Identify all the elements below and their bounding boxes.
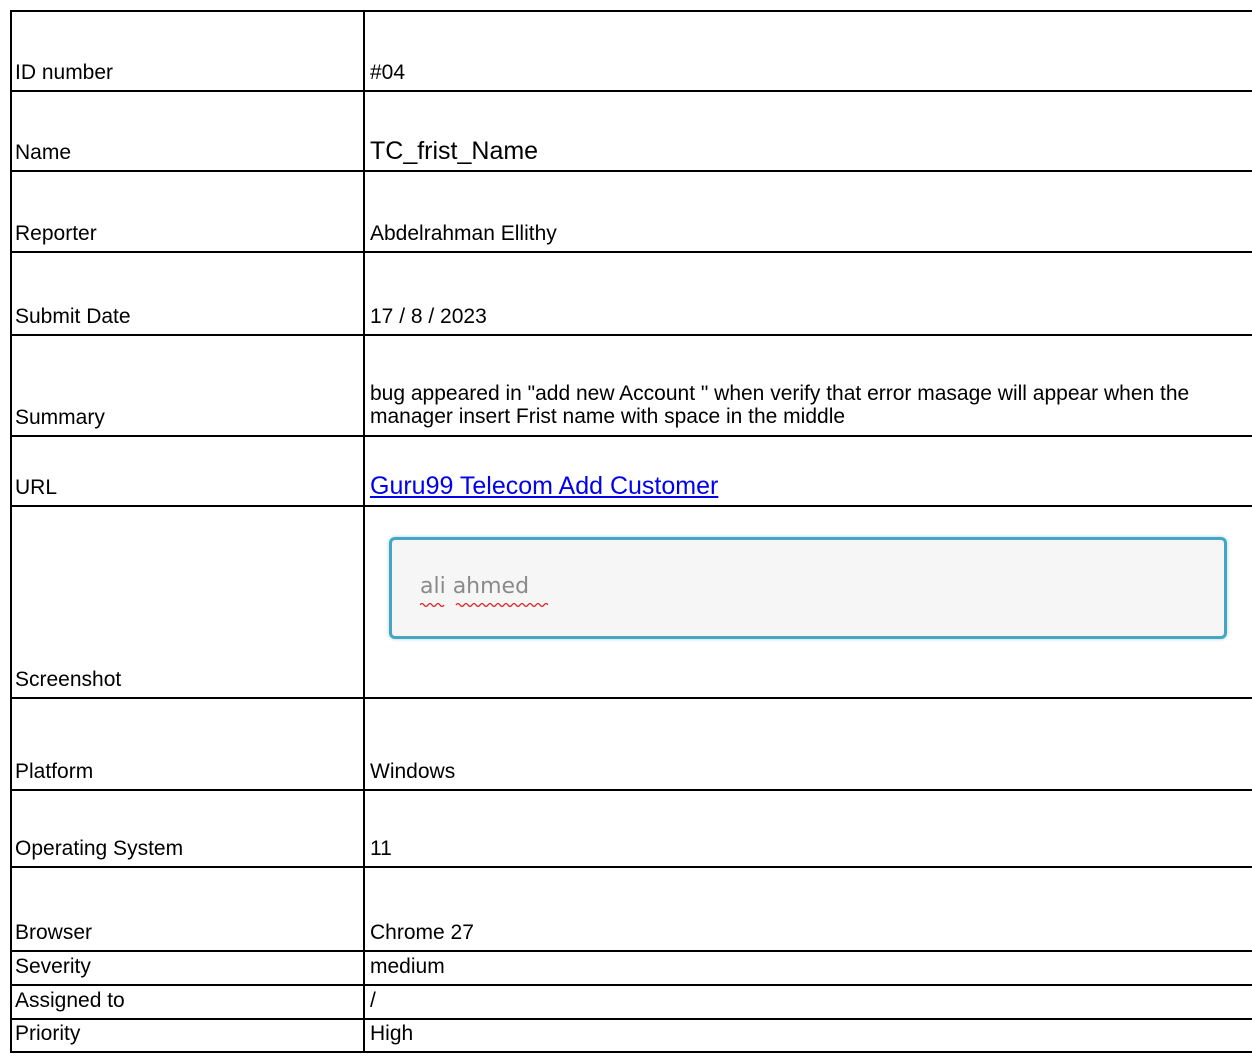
label-operating-system: Operating System: [12, 791, 365, 866]
row-operating-system: Operating System 11: [12, 791, 1252, 868]
row-assigned-to: Assigned to /: [12, 986, 1252, 1020]
value-severity: medium: [370, 955, 445, 978]
label-summary: Summary: [12, 336, 365, 435]
row-submit-date: Submit Date 17 / 8 / 2023: [12, 253, 1252, 336]
label-id-number: ID number: [12, 12, 365, 90]
label-submit-date: Submit Date: [12, 253, 365, 334]
label-url: URL: [12, 437, 365, 505]
value-operating-system: 11: [370, 837, 392, 860]
label-priority: Priority: [12, 1020, 365, 1051]
url-link[interactable]: Guru99 Telecom Add Customer: [370, 471, 718, 501]
label-browser: Browser: [12, 868, 365, 950]
value-priority: High: [370, 1022, 414, 1045]
row-browser: Browser Chrome 27: [12, 868, 1252, 952]
value-name: TC_frist_Name: [370, 137, 539, 165]
value-summary: bug appeared in "add new Account " when …: [370, 382, 1190, 428]
screenshot-image: ali ahmed: [365, 507, 1252, 697]
row-platform: Platform Windows: [12, 699, 1252, 791]
row-id-number: ID number #04: [12, 12, 1252, 92]
row-name: Name TC_frist_Name: [12, 92, 1252, 172]
screenshot-input-box: ali ahmed: [389, 537, 1227, 639]
value-reporter: Abdelrahman Ellithy: [370, 222, 557, 245]
value-browser: Chrome 27: [370, 921, 474, 944]
bug-report-table: ID number #04 Name TC_frist_Name Reporte…: [10, 10, 1252, 1053]
label-screenshot: Screenshot: [12, 507, 365, 697]
label-name: Name: [12, 92, 365, 170]
value-submit-date: 17 / 8 / 2023: [370, 305, 487, 328]
row-url: URL Guru99 Telecom Add Customer: [12, 437, 1252, 507]
label-platform: Platform: [12, 699, 365, 789]
value-id-number: #04: [370, 61, 406, 84]
value-assigned-to: /: [370, 989, 376, 1012]
value-url-cell: Guru99 Telecom Add Customer: [365, 437, 1252, 505]
label-severity: Severity: [12, 952, 365, 984]
row-severity: Severity medium: [12, 952, 1252, 986]
screenshot-input-text: ali ahmed: [420, 574, 530, 599]
row-reporter: Reporter Abdelrahman Ellithy: [12, 172, 1252, 253]
label-reporter: Reporter: [12, 172, 365, 251]
spellcheck-underline-icon: [420, 602, 548, 608]
row-summary: Summary bug appeared in "add new Account…: [12, 336, 1252, 437]
label-assigned-to: Assigned to: [12, 986, 365, 1018]
row-screenshot: Screenshot ali ahmed: [12, 507, 1252, 699]
value-platform: Windows: [370, 760, 456, 783]
row-priority: Priority High: [12, 1020, 1252, 1053]
